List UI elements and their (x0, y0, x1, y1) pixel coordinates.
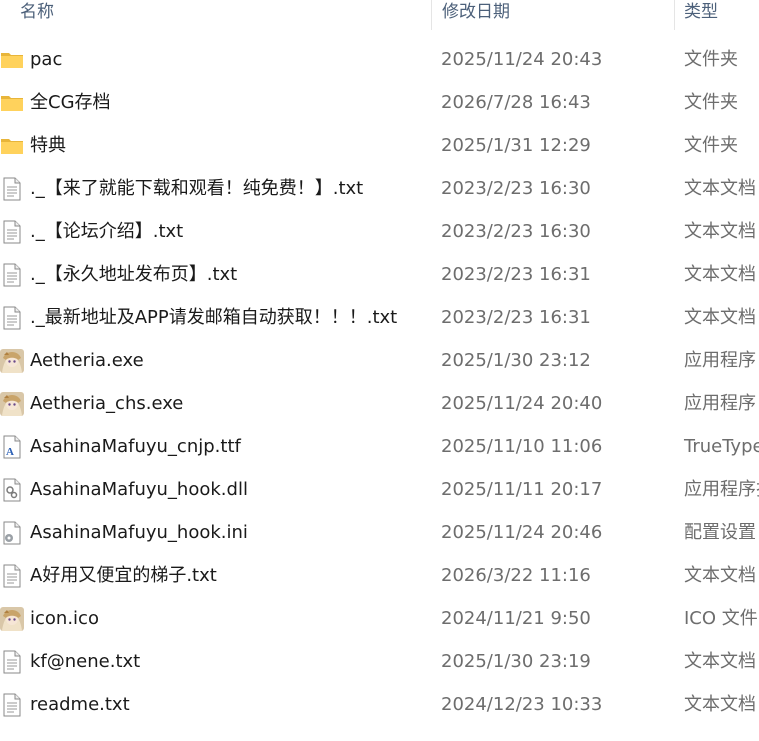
file-type: 应用程序扩 (684, 479, 759, 500)
config-file-icon (0, 521, 24, 545)
column-divider[interactable] (674, 0, 675, 30)
file-modified-date: 2025/11/10 11:06 (441, 436, 603, 457)
file-row[interactable]: readme.txt 2024/12/23 10:33 文本文档 (0, 683, 759, 726)
app-character-icon (0, 392, 24, 416)
column-header-name[interactable]: 名称 (20, 0, 54, 32)
text-file-icon (0, 650, 24, 674)
text-file-icon (0, 263, 24, 287)
file-modified-date: 2023/2/23 16:31 (441, 307, 591, 328)
file-name[interactable]: icon.ico (30, 597, 99, 640)
file-row[interactable]: A好用又便宜的梯子.txt 2026/3/22 11:16 文本文档 (0, 554, 759, 597)
column-header-type[interactable]: 类型 (684, 0, 718, 32)
font-file-icon: A (0, 435, 24, 459)
file-row[interactable]: 全CG存档 2026/7/28 16:43 文件夹 (0, 81, 759, 124)
file-modified-date: 2024/12/23 10:33 (441, 694, 603, 715)
file-name[interactable]: kf@nene.txt (30, 640, 140, 683)
dll-file-icon (0, 478, 24, 502)
file-modified-date: 2025/11/24 20:43 (441, 49, 603, 70)
file-type: 文本文档 (684, 694, 756, 715)
file-row[interactable]: icon.ico 2024/11/21 9:50 ICO 文件 (0, 597, 759, 640)
file-name[interactable]: AsahinaMafuyu_cnjp.ttf (30, 425, 241, 468)
file-modified-date: 2026/7/28 16:43 (441, 92, 591, 113)
file-row[interactable]: ._【永久地址发布页】.txt 2023/2/23 16:31 文本文档 (0, 253, 759, 296)
file-type: ICO 文件 (684, 608, 758, 629)
file-name[interactable]: 全CG存档 (30, 81, 111, 124)
file-type: 文件夹 (684, 49, 738, 70)
file-modified-date: 2023/2/23 16:30 (441, 221, 591, 242)
file-type: 文本文档 (684, 178, 756, 199)
text-file-icon (0, 220, 24, 244)
file-name[interactable]: ._【论坛介绍】.txt (30, 210, 183, 253)
file-row[interactable]: pac 2025/11/24 20:43 文件夹 (0, 38, 759, 81)
file-type: 文件夹 (684, 135, 738, 156)
file-name[interactable]: pac (30, 38, 62, 81)
file-name[interactable]: ._【永久地址发布页】.txt (30, 253, 237, 296)
file-type: 文本文档 (684, 307, 756, 328)
column-divider[interactable] (431, 0, 432, 30)
text-file-icon (0, 177, 24, 201)
folder-icon (0, 48, 24, 72)
file-name[interactable]: ._最新地址及APP请发邮箱自动获取！！！.txt (30, 296, 397, 339)
file-row[interactable]: 特典 2025/1/31 12:29 文件夹 (0, 124, 759, 167)
file-name[interactable]: AsahinaMafuyu_hook.dll (30, 468, 248, 511)
file-modified-date: 2025/11/11 20:17 (441, 479, 603, 500)
text-file-icon (0, 564, 24, 588)
app-character-icon (0, 607, 24, 631)
file-name[interactable]: 特典 (30, 124, 66, 167)
file-modified-date: 2025/1/31 12:29 (441, 135, 591, 156)
file-row[interactable]: kf@nene.txt 2025/1/30 23:19 文本文档 (0, 640, 759, 683)
file-modified-date: 2025/1/30 23:19 (441, 651, 591, 672)
file-modified-date: 2024/11/21 9:50 (441, 608, 591, 629)
text-file-icon (0, 306, 24, 330)
file-type: 配置设置 (684, 522, 756, 543)
folder-icon (0, 134, 24, 158)
file-name[interactable]: A好用又便宜的梯子.txt (30, 554, 217, 597)
file-row[interactable]: AsahinaMafuyu_hook.dll 2025/11/11 20:17 应用… (0, 468, 759, 511)
file-name[interactable]: ._【来了就能下载和观看！纯免费！】.txt (30, 167, 363, 210)
file-modified-date: 2025/1/30 23:12 (441, 350, 591, 371)
column-header-date[interactable]: 修改日期 (442, 0, 510, 32)
file-name[interactable]: AsahinaMafuyu_hook.ini (30, 511, 248, 554)
app-character-icon (0, 349, 24, 373)
file-row[interactable]: ._【来了就能下载和观看！纯免费！】.txt 2023/2/23 16:30 文本文… (0, 167, 759, 210)
file-type: 文件夹 (684, 92, 738, 113)
file-type: 文本文档 (684, 565, 756, 586)
text-file-icon (0, 693, 24, 717)
file-row[interactable]: A AsahinaMafuyu_cnjp.ttf 2025/11/10 11:06… (0, 425, 759, 468)
column-header-bar: 名称 修改日期 类型 (0, 0, 759, 32)
file-modified-date: 2023/2/23 16:31 (441, 264, 591, 285)
file-type: 应用程序 (684, 393, 756, 414)
file-row[interactable]: ._【论坛介绍】.txt 2023/2/23 16:30 文本文档 (0, 210, 759, 253)
folder-icon (0, 91, 24, 115)
file-name[interactable]: readme.txt (30, 683, 130, 726)
file-modified-date: 2023/2/23 16:30 (441, 178, 591, 199)
file-row[interactable]: Aetheria_chs.exe 2025/11/24 20:40 应用程序 (0, 382, 759, 425)
file-modified-date: 2025/11/24 20:40 (441, 393, 603, 414)
file-type: 文本文档 (684, 264, 756, 285)
file-type: TrueType (684, 436, 759, 457)
svg-text:A: A (6, 446, 14, 458)
file-modified-date: 2026/3/22 11:16 (441, 565, 591, 586)
file-modified-date: 2025/11/24 20:46 (441, 522, 603, 543)
file-type: 文本文档 (684, 221, 756, 242)
file-type: 文本文档 (684, 651, 756, 672)
file-row[interactable]: ._最新地址及APP请发邮箱自动获取！！！.txt 2023/2/23 16:31… (0, 296, 759, 339)
file-name[interactable]: Aetheria_chs.exe (30, 382, 183, 425)
file-row[interactable]: Aetheria.exe 2025/1/30 23:12 应用程序 (0, 339, 759, 382)
file-name[interactable]: Aetheria.exe (30, 339, 144, 382)
file-row[interactable]: AsahinaMafuyu_hook.ini 2025/11/24 20:46 配置… (0, 511, 759, 554)
file-type: 应用程序 (684, 350, 756, 371)
